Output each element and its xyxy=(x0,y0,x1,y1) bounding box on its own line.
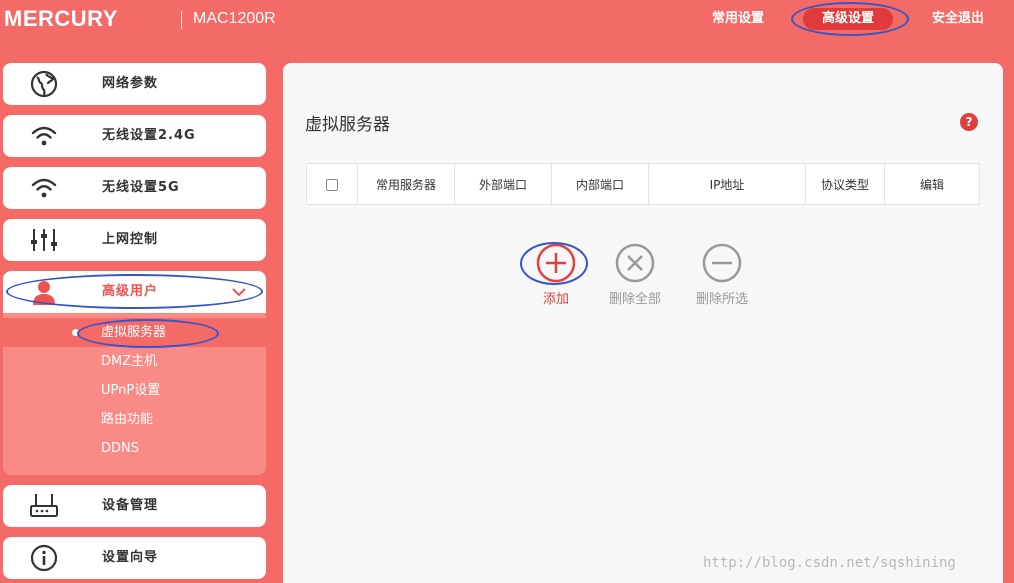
x-circle-icon xyxy=(615,243,655,283)
select-all-cell xyxy=(306,163,358,205)
sidebar-item-label: 上网控制 xyxy=(102,232,159,247)
info-icon xyxy=(30,544,58,572)
sidebar-item-wireless-24g[interactable]: 无线设置2.4G xyxy=(3,115,266,157)
sidebar-subitem-label: DDNS xyxy=(101,441,139,456)
nav-logout[interactable]: 安全退出 xyxy=(927,8,989,30)
sidebar-item-label: 设置向导 xyxy=(102,550,159,565)
wifi-icon xyxy=(31,178,57,198)
sidebar-item-label: 网络参数 xyxy=(102,76,159,91)
sidebar-subitem-label: 虚拟服务器 xyxy=(101,325,167,340)
virtual-server-table: 常用服务器 外部端口 内部端口 IP地址 协议类型 编辑 xyxy=(306,163,980,205)
sidebar-subitem-ddns[interactable]: DDNS xyxy=(3,434,266,463)
main-panel: 虚拟服务器 ? 常用服务器 外部端口 内部端口 IP地址 协议类型 编辑 添加 … xyxy=(283,63,1003,583)
column-header: 内部端口 xyxy=(551,163,649,205)
sidebar-subitem-virtual-server[interactable]: 虚拟服务器 xyxy=(3,318,266,347)
sidebar-item-network[interactable]: 网络参数 xyxy=(3,63,266,105)
add-label: 添加 xyxy=(542,292,569,307)
sliders-icon xyxy=(31,229,57,251)
sidebar-item-label: 设备管理 xyxy=(102,498,159,513)
delete-selected-label: 删除所选 xyxy=(695,292,748,307)
help-icon[interactable]: ? xyxy=(960,113,978,131)
globe-icon xyxy=(30,70,58,98)
logo-divider xyxy=(181,11,182,29)
sidebar-item-setup-wizard[interactable]: 设置向导 xyxy=(3,537,266,579)
watermark: http://blog.csdn.net/sqshining xyxy=(703,555,956,571)
column-header: 协议类型 xyxy=(805,163,885,205)
table-header-row: 常用服务器 外部端口 内部端口 IP地址 协议类型 编辑 xyxy=(306,163,980,205)
delete-selected-button[interactable]: 删除所选 xyxy=(682,243,762,307)
chevron-down-icon xyxy=(232,288,246,297)
sidebar-item-label: 高级用户 xyxy=(102,284,159,299)
sidebar-item-wireless-5g[interactable]: 无线设置5G xyxy=(3,167,266,209)
select-all-checkbox[interactable] xyxy=(326,178,338,191)
sidebar-subitem-dmz[interactable]: DMZ主机 xyxy=(3,347,266,376)
sidebar-item-access-control[interactable]: 上网控制 xyxy=(3,219,266,261)
router-icon xyxy=(30,494,58,517)
sidebar-item-advanced-user[interactable]: 高级用户 xyxy=(3,271,266,313)
delete-all-label: 删除全部 xyxy=(608,292,661,307)
nav-common-settings[interactable]: 常用设置 xyxy=(707,8,769,30)
wifi-icon xyxy=(31,126,57,146)
top-header: MERCURY MAC1200R 常用设置 高级设置 安全退出 xyxy=(0,0,1014,40)
column-header: IP地址 xyxy=(648,163,806,205)
active-dot xyxy=(72,329,79,336)
sidebar-item-label: 无线设置5G xyxy=(102,180,180,195)
sidebar-subitem-label: 路由功能 xyxy=(101,412,154,427)
sidebar-subitem-routing[interactable]: 路由功能 xyxy=(3,405,266,434)
sidebar-item-label: 无线设置2.4G xyxy=(102,128,196,143)
model-name: MAC1200R xyxy=(193,10,276,27)
minus-circle-icon xyxy=(702,243,742,283)
sidebar-subitem-label: DMZ主机 xyxy=(101,354,158,369)
brand-logo: MERCURY xyxy=(4,6,118,31)
page-title: 虚拟服务器 xyxy=(305,115,390,135)
column-header: 编辑 xyxy=(884,163,980,205)
column-header: 外部端口 xyxy=(454,163,552,205)
user-icon xyxy=(33,281,55,305)
sidebar-subitem-upnp[interactable]: UPnP设置 xyxy=(3,376,266,405)
plus-circle-icon xyxy=(536,243,576,283)
delete-all-button[interactable]: 删除全部 xyxy=(595,243,675,307)
sidebar-group-advanced-user: 高级用户 虚拟服务器 DMZ主机 UPnP设置 路由功能 DDNS xyxy=(3,271,266,475)
nav-advanced-settings[interactable]: 高级设置 xyxy=(803,8,893,30)
sidebar-subitem-label: UPnP设置 xyxy=(101,383,161,398)
sidebar-item-device-management[interactable]: 设备管理 xyxy=(3,485,266,527)
add-button[interactable]: 添加 xyxy=(516,243,596,307)
column-header: 常用服务器 xyxy=(357,163,455,205)
